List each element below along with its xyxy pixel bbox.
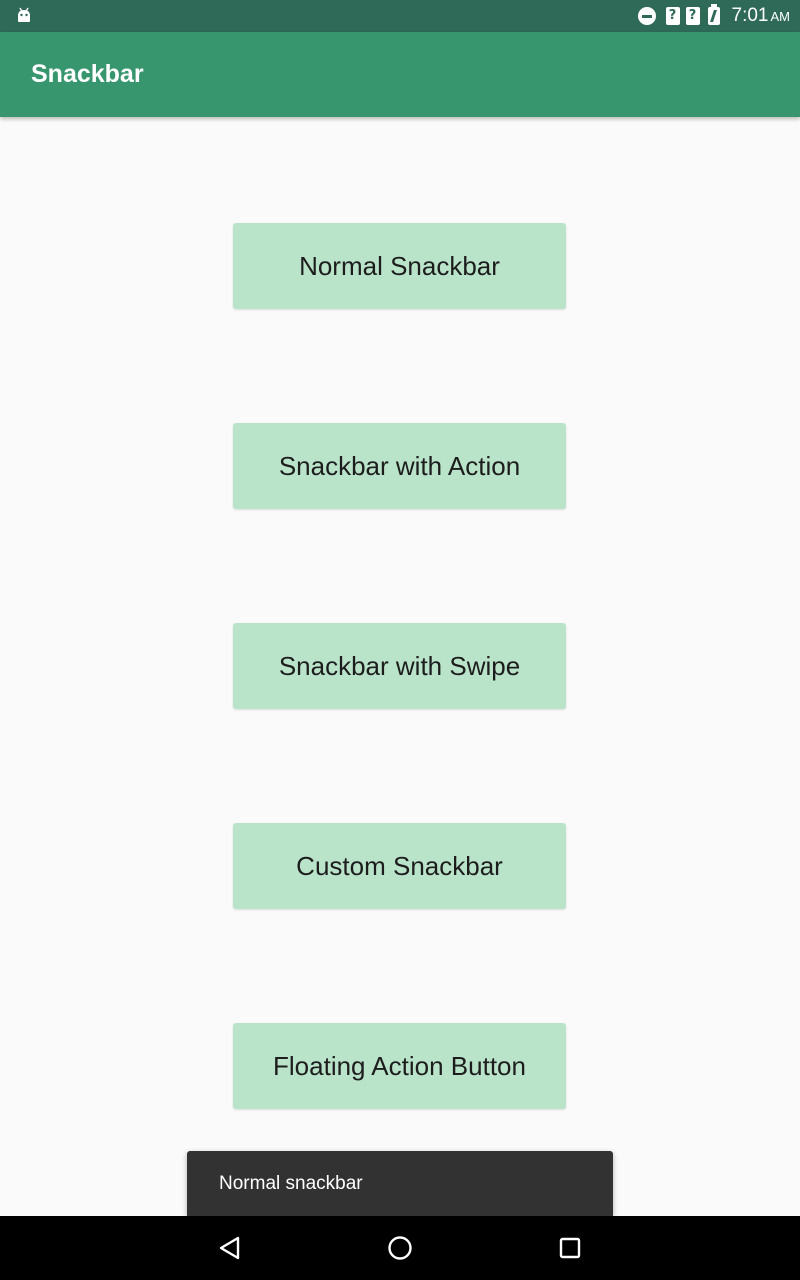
android-icon [18,7,30,22]
clock-ampm: AM [770,9,791,24]
snackbar-with-swipe-button[interactable]: Snackbar with Swipe [233,623,566,709]
app-bar: Snackbar [0,32,800,117]
do-not-disturb-icon [637,7,656,25]
back-icon[interactable] [214,1232,246,1264]
recents-icon[interactable] [554,1232,586,1264]
clock-time: 7:01 [731,5,769,26]
battery-charging-icon [707,4,720,25]
signal-unknown-icon: ? [685,7,700,25]
home-icon[interactable] [384,1232,416,1264]
status-bar: ? ? 7:01 AM [0,0,800,32]
signal-unknown-icon: ? [665,7,680,25]
custom-snackbar-button[interactable]: Custom Snackbar [233,823,566,909]
clock: 7:01 AM [732,5,790,27]
snackbar[interactable]: Normal snackbar [187,1151,613,1216]
navigation-bar [0,1216,800,1280]
normal-snackbar-button[interactable]: Normal Snackbar [233,223,566,309]
floating-action-button-button[interactable]: Floating Action Button [233,1023,566,1109]
app-title: Snackbar [31,60,144,88]
snackbar-message: Normal snackbar [219,1173,363,1194]
snackbar-with-action-button[interactable]: Snackbar with Action [233,423,566,509]
